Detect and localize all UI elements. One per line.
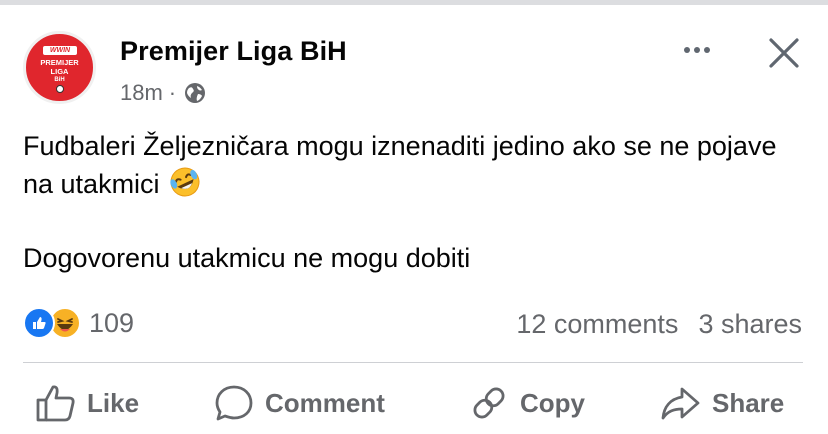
- avatar[interactable]: WWIN PREMIJER LIGA BiH: [23, 31, 96, 104]
- top-divider: [0, 0, 828, 5]
- post-time[interactable]: 18m: [120, 80, 163, 106]
- reaction-count: 109: [89, 307, 135, 338]
- share-label: Share: [712, 387, 785, 418]
- avatar-brand-badge: WWIN: [43, 46, 77, 55]
- comment-bubble-icon: [215, 385, 253, 421]
- rolling-on-floor-laughing-emoji-icon: [167, 165, 203, 199]
- shares-count[interactable]: 3 shares: [698, 309, 802, 340]
- post-meta: 18m ·: [120, 80, 206, 106]
- avatar-line1: PREMIJER: [40, 58, 79, 67]
- like-button[interactable]: Like: [35, 380, 139, 426]
- actions-divider: [23, 362, 803, 363]
- like-label: Like: [87, 387, 140, 418]
- post-text-line1: Fudbaleri Željezničara mogu iznenaditi j…: [23, 128, 813, 203]
- close-icon[interactable]: [765, 34, 803, 72]
- share-arrow-icon: [661, 387, 700, 420]
- comments-count[interactable]: 12 comments: [516, 309, 678, 340]
- avatar-line2: LIGA: [50, 67, 69, 76]
- post-text-spacer: [23, 203, 813, 240]
- share-button[interactable]: Share: [660, 380, 784, 426]
- post-text-main: Fudbaleri Željezničara mogu iznenaditi j…: [23, 131, 777, 199]
- post-text-line2: Dogovorenu utakmicu ne mogu dobiti: [23, 243, 471, 273]
- engagement-stats: 12 comments 3 shares: [516, 309, 802, 340]
- globe-icon: [184, 82, 206, 104]
- thumbs-up-icon: [36, 385, 75, 422]
- like-reaction-icon: [23, 307, 55, 339]
- more-dots-icon[interactable]: [676, 36, 718, 64]
- copy-button[interactable]: Copy: [468, 380, 585, 426]
- avatar-line3: BiH: [54, 77, 65, 83]
- football-icon: [56, 85, 64, 93]
- copy-label: Copy: [520, 387, 585, 418]
- action-bar: Like Comment Copy Share: [0, 380, 828, 426]
- comment-button[interactable]: Comment: [213, 380, 385, 426]
- link-icon: [473, 387, 505, 419]
- meta-separator: ·: [168, 80, 177, 105]
- avatar-brand: WWIN: [49, 47, 71, 54]
- post-body: Fudbaleri Željezničara mogu iznenaditi j…: [23, 128, 813, 277]
- comment-label: Comment: [265, 387, 385, 418]
- page-name[interactable]: Premijer Liga BiH: [120, 36, 347, 67]
- reactions-summary[interactable]: 109: [23, 307, 134, 339]
